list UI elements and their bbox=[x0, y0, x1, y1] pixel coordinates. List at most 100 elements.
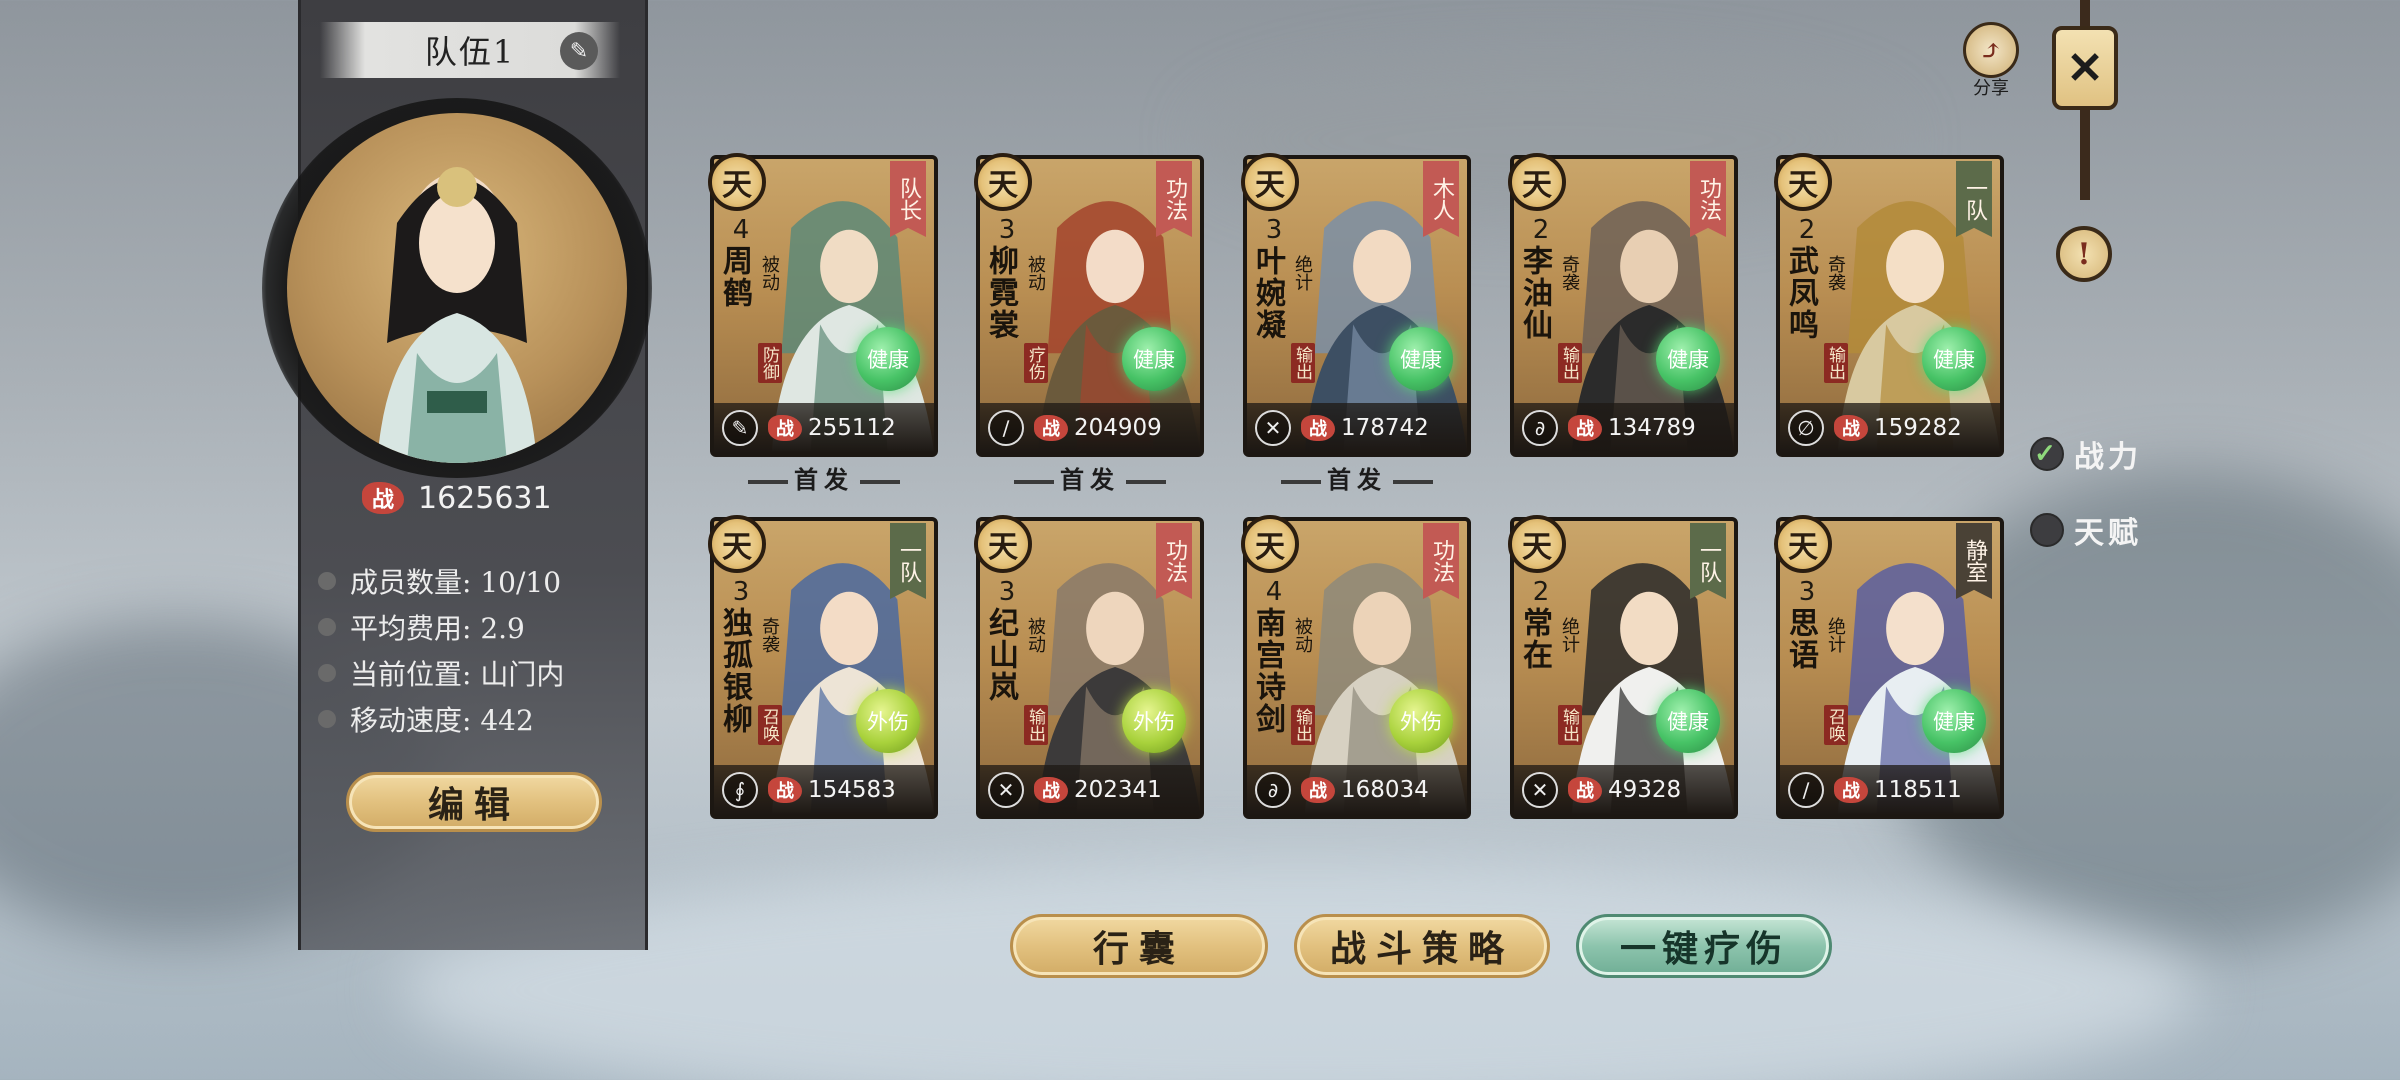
hero-role: 疗伤 bbox=[1024, 343, 1048, 383]
hero-power-value: 255112 bbox=[808, 415, 896, 441]
hero-name: 南宫诗剑 bbox=[1250, 607, 1285, 735]
hero-card-footer: ✎ 战 255112 bbox=[714, 403, 934, 453]
grade-text: 天 bbox=[988, 530, 1018, 565]
hero-tag: 一队 bbox=[1956, 161, 1992, 237]
hero-skill-type: 奇袭 bbox=[1825, 255, 1846, 291]
hero-power: 战 204909 bbox=[1034, 415, 1162, 441]
health-status-icon: 健康 bbox=[1656, 689, 1720, 753]
hero-role: 召唤 bbox=[758, 705, 782, 745]
starter-label: 首发 bbox=[1243, 460, 1471, 495]
share-label: 分享 bbox=[1973, 78, 2009, 99]
hero-card[interactable]: 天 4 周鹤 被动 防御 队长 健康 ✎ 战 255112 bbox=[708, 153, 938, 457]
stat-location: 当前位置: 山门内 bbox=[318, 650, 564, 696]
hero-card[interactable]: 天 4 南宫诗剑 被动 输出 功法 外伤 ∂ 战 168034 bbox=[1241, 515, 1471, 819]
hero-role: 召唤 bbox=[1824, 705, 1848, 745]
power-badge-icon: 战 bbox=[1034, 777, 1068, 803]
edit-team-button[interactable]: 编辑 bbox=[346, 772, 602, 832]
hero-cost: 3 bbox=[1265, 215, 1283, 245]
one-click-heal-button[interactable]: 一键疗伤 bbox=[1576, 914, 1832, 978]
hero-card[interactable]: 天 3 独孤银柳 奇袭 召唤 一队 外伤 ∮ 战 154583 bbox=[708, 515, 938, 819]
weapon-icon: ✕ bbox=[1522, 772, 1558, 808]
info-button[interactable]: ! bbox=[2056, 226, 2112, 282]
hero-name: 独孤银柳 bbox=[717, 607, 752, 735]
hero-card-footer: ∂ 战 134789 bbox=[1514, 403, 1734, 453]
battle-strategy-button[interactable]: 战斗策略 bbox=[1294, 914, 1550, 978]
hero-name: 常在 bbox=[1517, 607, 1552, 671]
hero-card-footer: ∅ 战 159282 bbox=[1780, 403, 2000, 453]
stat-text: 平均费用: 2.9 bbox=[350, 612, 525, 645]
rename-team-icon[interactable]: ✎ bbox=[560, 32, 598, 70]
hero-power-value: 168034 bbox=[1341, 777, 1429, 803]
hero-tag: 功法 bbox=[1423, 523, 1459, 599]
hero-tag: 一队 bbox=[890, 523, 926, 599]
close-button[interactable]: ✕ bbox=[2052, 26, 2118, 110]
sort-option-label: 战力 bbox=[2074, 440, 2142, 475]
health-status-icon: 健康 bbox=[1656, 327, 1720, 391]
weapon-icon: ∕ bbox=[1788, 772, 1824, 808]
health-status-icon: 健康 bbox=[856, 327, 920, 391]
leader-portrait[interactable] bbox=[287, 113, 627, 463]
weapon-icon: ∕ bbox=[988, 410, 1024, 446]
hero-name: 柳霓裳 bbox=[983, 245, 1018, 341]
weapon-icon: ✕ bbox=[988, 772, 1024, 808]
grade-text: 天 bbox=[1788, 168, 1818, 203]
stat-average-cost: 平均费用: 2.9 bbox=[318, 604, 564, 650]
bullet-icon bbox=[318, 618, 336, 636]
heal-button-label: 一键疗伤 bbox=[1619, 928, 1788, 970]
hero-card-footer: ∮ 战 154583 bbox=[714, 765, 934, 815]
hero-card[interactable]: 天 3 思语 绝计 召唤 静室 健康 ∕ 战 118511 bbox=[1774, 515, 2004, 819]
sort-option-power[interactable]: ✓ 战力 bbox=[2030, 432, 2142, 476]
hero-card[interactable]: 天 3 叶婉凝 绝计 输出 木人 健康 ✕ 战 178742 bbox=[1241, 153, 1471, 457]
stat-text: 成员数量: 10/10 bbox=[350, 566, 562, 599]
hero-skill-type: 绝计 bbox=[1825, 617, 1846, 653]
hero-skill-type: 被动 bbox=[759, 255, 780, 291]
hero-card-footer: ✕ 战 178742 bbox=[1247, 403, 1467, 453]
hero-skill-type: 奇袭 bbox=[1559, 255, 1580, 291]
hero-tag: 功法 bbox=[1156, 523, 1192, 599]
hero-power-value: 204909 bbox=[1074, 415, 1162, 441]
hero-card[interactable]: 天 2 常在 绝计 输出 一队 健康 ✕ 战 49328 bbox=[1508, 515, 1738, 819]
power-badge-icon: 战 bbox=[768, 415, 802, 441]
grade-text: 天 bbox=[722, 168, 752, 203]
weapon-icon: ∂ bbox=[1255, 772, 1291, 808]
grade-text: 天 bbox=[988, 168, 1018, 203]
hero-power: 战 49328 bbox=[1568, 777, 1681, 803]
hero-card-footer: ✕ 战 49328 bbox=[1514, 765, 1734, 815]
hero-power-value: 134789 bbox=[1608, 415, 1696, 441]
hero-card[interactable]: 天 3 柳霓裳 被动 疗伤 功法 健康 ∕ 战 204909 bbox=[974, 153, 1204, 457]
power-badge-icon: 战 bbox=[362, 482, 404, 514]
starter-label: 首发 bbox=[710, 460, 938, 495]
weapon-icon: ∅ bbox=[1788, 410, 1824, 446]
hero-cost: 4 bbox=[1265, 577, 1283, 607]
hero-power: 战 159282 bbox=[1834, 415, 1962, 441]
team-total-power: 战 1625631 bbox=[362, 478, 582, 518]
stat-member-count: 成员数量: 10/10 bbox=[318, 558, 564, 604]
share-icon: ⤴ bbox=[1963, 22, 2019, 78]
hero-cost: 3 bbox=[1798, 577, 1816, 607]
grade-badge: 天 bbox=[1508, 153, 1566, 211]
hero-tag: 功法 bbox=[1690, 161, 1726, 237]
hero-card[interactable]: 天 2 武凤鸣 奇袭 输出 一队 健康 ∅ 战 159282 bbox=[1774, 153, 2004, 457]
grade-text: 天 bbox=[1788, 530, 1818, 565]
hero-skill-type: 被动 bbox=[1025, 255, 1046, 291]
share-button[interactable]: ⤴ 分享 bbox=[1962, 22, 2020, 100]
bullet-icon bbox=[318, 572, 336, 590]
hero-cost: 2 bbox=[1798, 215, 1816, 245]
grade-badge: 天 bbox=[1241, 153, 1299, 211]
bullet-icon bbox=[318, 664, 336, 682]
sort-option-talent[interactable]: 天赋 bbox=[2030, 508, 2142, 552]
power-badge-icon: 战 bbox=[1301, 777, 1335, 803]
grade-badge: 天 bbox=[708, 153, 766, 211]
hero-card[interactable]: 天 2 李油仙 奇袭 输出 功法 健康 ∂ 战 134789 bbox=[1508, 153, 1738, 457]
grade-badge: 天 bbox=[1774, 153, 1832, 211]
hero-card-footer: ∕ 战 204909 bbox=[980, 403, 1200, 453]
hero-role: 输出 bbox=[1558, 343, 1582, 383]
grade-text: 天 bbox=[1255, 530, 1285, 565]
hero-power: 战 134789 bbox=[1568, 415, 1696, 441]
hero-card[interactable]: 天 3 纪山岚 被动 输出 功法 外伤 ✕ 战 202341 bbox=[974, 515, 1204, 819]
grade-text: 天 bbox=[722, 530, 752, 565]
hero-role: 防御 bbox=[758, 343, 782, 383]
hero-skill-type: 奇袭 bbox=[759, 617, 780, 653]
bag-button[interactable]: 行囊 bbox=[1010, 914, 1268, 978]
health-status-icon: 外伤 bbox=[1389, 689, 1453, 753]
